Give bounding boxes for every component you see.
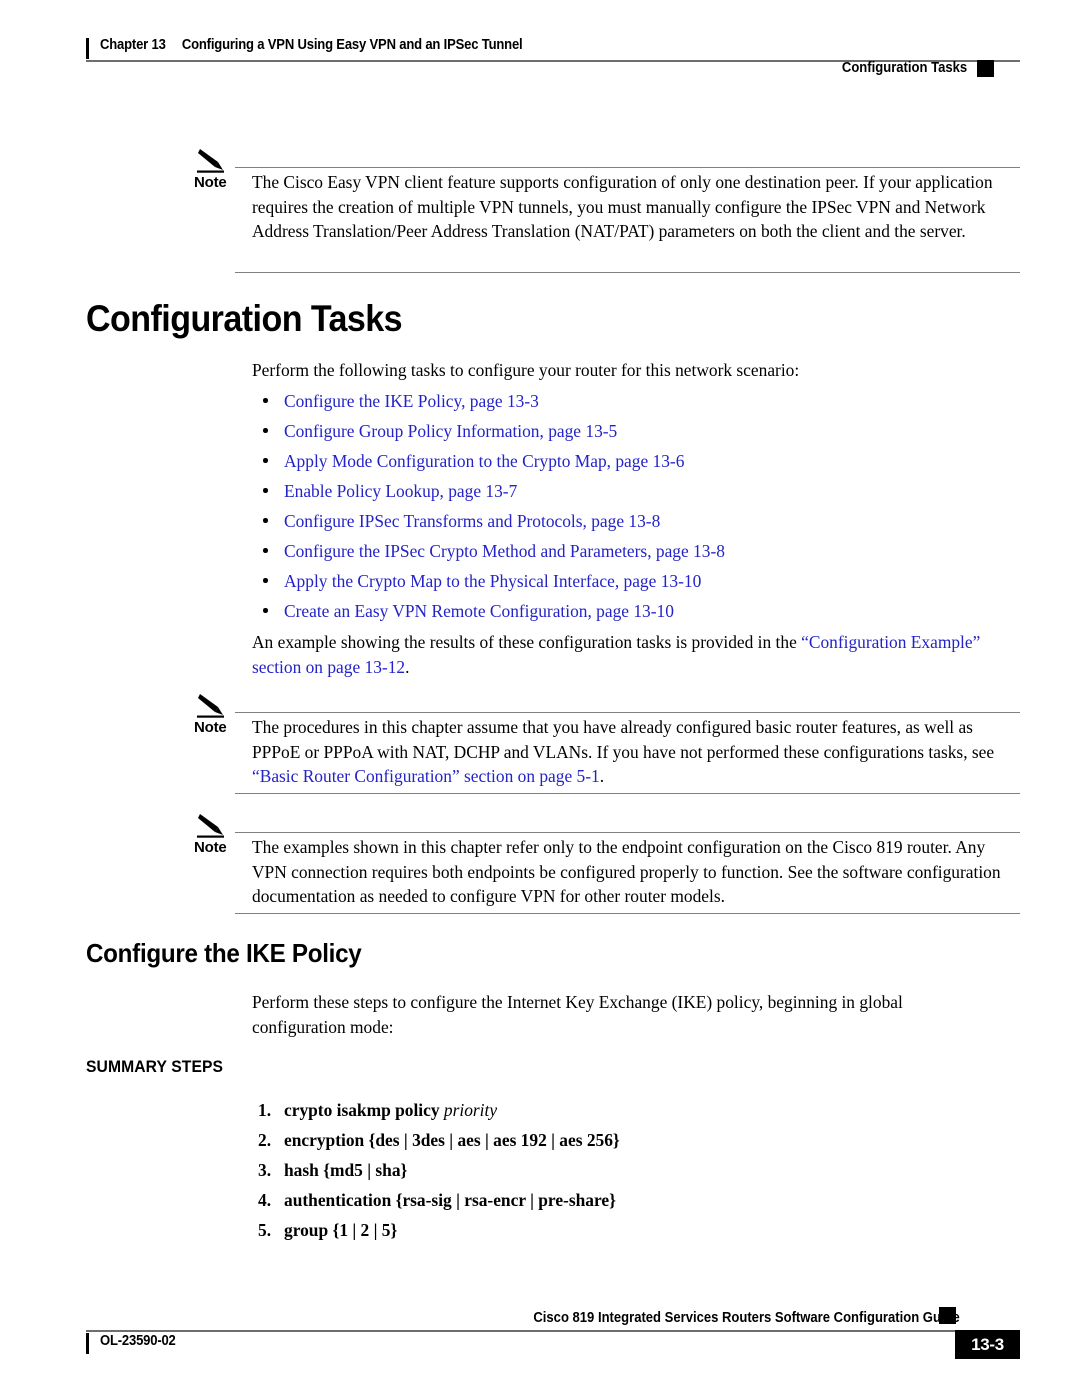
step-command-text: group {1 | 2 | 5}	[284, 1220, 398, 1240]
step-command-text: hash {md5 | sha}	[284, 1160, 408, 1180]
page-title: Configuration Tasks	[86, 298, 403, 339]
list-item[interactable]: Configure the IPSec Crypto Method and Pa…	[252, 539, 1032, 569]
example-paragraph-tail: .	[405, 656, 410, 677]
step-command: group {1 | 2 | 5}	[284, 1218, 397, 1242]
document-page: Chapter 13 Configuring a VPN Using Easy V…	[0, 0, 1080, 1397]
link-configure-ipsec-crypto-method[interactable]: Configure the IPSec Crypto Method and Pa…	[284, 539, 725, 563]
bullet-dot-icon	[263, 488, 268, 493]
step-command: hash {md5 | sha}	[284, 1158, 407, 1182]
list-item: 1. crypto isakmp policy priority	[252, 1098, 952, 1128]
header-section-title: Configuration Tasks	[841, 60, 967, 76]
footer-rule	[86, 1330, 1020, 1332]
header-left-tab-mark	[86, 38, 89, 59]
pencil-icon	[196, 690, 238, 722]
bullet-dot-icon	[263, 548, 268, 553]
list-item: 3. hash {md5 | sha}	[252, 1158, 952, 1188]
link-configure-ike-policy[interactable]: Configure the IKE Policy, page 13-3	[284, 389, 539, 413]
header-chapter-number: Chapter 13	[100, 37, 166, 53]
step-command: encryption {des | 3des | aes | aes 192 |…	[284, 1128, 620, 1152]
step-number: 1.	[258, 1100, 272, 1120]
list-item[interactable]: Configure Group Policy Information, page…	[252, 419, 1032, 449]
note-label-3: Note	[194, 839, 227, 856]
bullet-dot-icon	[263, 458, 268, 463]
footer-document-id: OL-23590-02	[100, 1333, 176, 1349]
link-configure-ipsec-transforms[interactable]: Configure IPSec Transforms and Protocols…	[284, 509, 660, 533]
section1-intro-paragraph: Perform the following tasks to configure…	[252, 360, 800, 380]
step-command: crypto isakmp policy priority	[284, 1098, 497, 1122]
note2-lead-text: The procedures in this chapter assume th…	[252, 717, 995, 762]
note-label-2: Note	[194, 719, 227, 736]
header-chapter-line: Chapter 13 Configuring a VPN Using Easy V…	[100, 37, 523, 53]
step-command-text: authentication {rsa-sig | rsa-encr | pre…	[284, 1190, 616, 1210]
footer-left-tab-mark	[86, 1333, 89, 1354]
list-item: 4. authentication {rsa-sig | rsa-encr | …	[252, 1188, 952, 1218]
link-apply-crypto-map[interactable]: Apply the Crypto Map to the Physical Int…	[284, 569, 701, 593]
list-item[interactable]: Apply the Crypto Map to the Physical Int…	[252, 569, 1032, 599]
section-heading-configure-ike-policy: Configure the IKE Policy	[86, 938, 362, 968]
bullet-dot-icon	[263, 518, 268, 523]
list-item[interactable]: Configure the IKE Policy, page 13-3	[252, 389, 1032, 419]
link-create-easy-vpn-remote-config[interactable]: Create an Easy VPN Remote Configuration,…	[284, 599, 674, 623]
list-item[interactable]: Enable Policy Lookup, page 13-7	[252, 479, 1032, 509]
note-rule-top-1	[235, 167, 1020, 169]
header-chapter-title: Configuring a VPN Using Easy VPN and an …	[181, 37, 523, 53]
note-label-1: Note	[194, 174, 227, 191]
list-item[interactable]: Create an Easy VPN Remote Configuration,…	[252, 599, 1032, 629]
bullet-dot-icon	[263, 608, 268, 613]
step-number: 3.	[258, 1160, 272, 1180]
header-square-marker	[977, 60, 994, 77]
step-number: 5.	[258, 1220, 272, 1240]
note-rule-bottom-1	[235, 272, 1020, 274]
note-rule-top-3	[235, 832, 1020, 834]
link-enable-policy-lookup[interactable]: Enable Policy Lookup, page 13-7	[284, 479, 517, 503]
list-item: 5. group {1 | 2 | 5}	[252, 1218, 952, 1248]
section2-intro-paragraph: Perform these steps to configure the Int…	[252, 992, 903, 1037]
note2-tail-text: .	[599, 766, 605, 787]
footer-guide-title: Cisco 819 Integrated Services Routers So…	[533, 1310, 960, 1326]
step-number: 4.	[258, 1190, 272, 1210]
note-rule-bottom-3	[235, 913, 1020, 915]
bullet-dot-icon	[263, 428, 268, 433]
page-number-badge: 13-3	[955, 1330, 1020, 1359]
example-paragraph-lead: An example showing the results of these …	[252, 632, 802, 652]
link-basic-router-configuration-section[interactable]: “Basic Router Configuration” section on …	[252, 766, 600, 786]
step-command-text: encryption {des | 3des | aes | aes 192 |…	[284, 1130, 620, 1150]
link-configure-group-policy[interactable]: Configure Group Policy Information, page…	[284, 419, 617, 443]
step-command: authentication {rsa-sig | rsa-encr | pre…	[284, 1188, 616, 1212]
page-header: Chapter 13 Configuring a VPN Using Easy V…	[0, 34, 1080, 86]
footer-square-marker	[939, 1307, 956, 1324]
step-command-variable: priority	[443, 1100, 498, 1120]
summary-steps-list: 1. crypto isakmp policy priority 2. encr…	[252, 1098, 952, 1248]
cross-reference-list: Configure the IKE Policy, page 13-3 Conf…	[252, 389, 1032, 629]
note-text-3: The examples shown in this chapter refer…	[252, 837, 1001, 907]
page-footer: Cisco 819 Integrated Services Routers So…	[0, 1300, 1080, 1380]
bullet-dot-icon	[263, 578, 268, 583]
pencil-icon	[196, 810, 238, 842]
note-text-2: The procedures in this chapter assume th…	[252, 715, 1020, 789]
summary-steps-label: SUMMARY STEPS	[86, 1058, 224, 1076]
link-apply-mode-configuration[interactable]: Apply Mode Configuration to the Crypto M…	[284, 449, 684, 473]
list-item: 2. encryption {des | 3des | aes | aes 19…	[252, 1128, 952, 1158]
list-item[interactable]: Apply Mode Configuration to the Crypto M…	[252, 449, 1032, 479]
section1-example-paragraph: An example showing the results of these …	[252, 630, 1024, 679]
list-item[interactable]: Configure IPSec Transforms and Protocols…	[252, 509, 1032, 539]
note-text-1: The Cisco Easy VPN client feature suppor…	[252, 172, 993, 242]
note-rule-bottom-2	[235, 793, 1020, 795]
bullet-dot-icon	[263, 398, 268, 403]
step-command-text: crypto isakmp policy	[284, 1100, 444, 1120]
pencil-icon	[196, 145, 238, 177]
step-number: 2.	[258, 1130, 272, 1150]
note-rule-top-2	[235, 712, 1020, 714]
